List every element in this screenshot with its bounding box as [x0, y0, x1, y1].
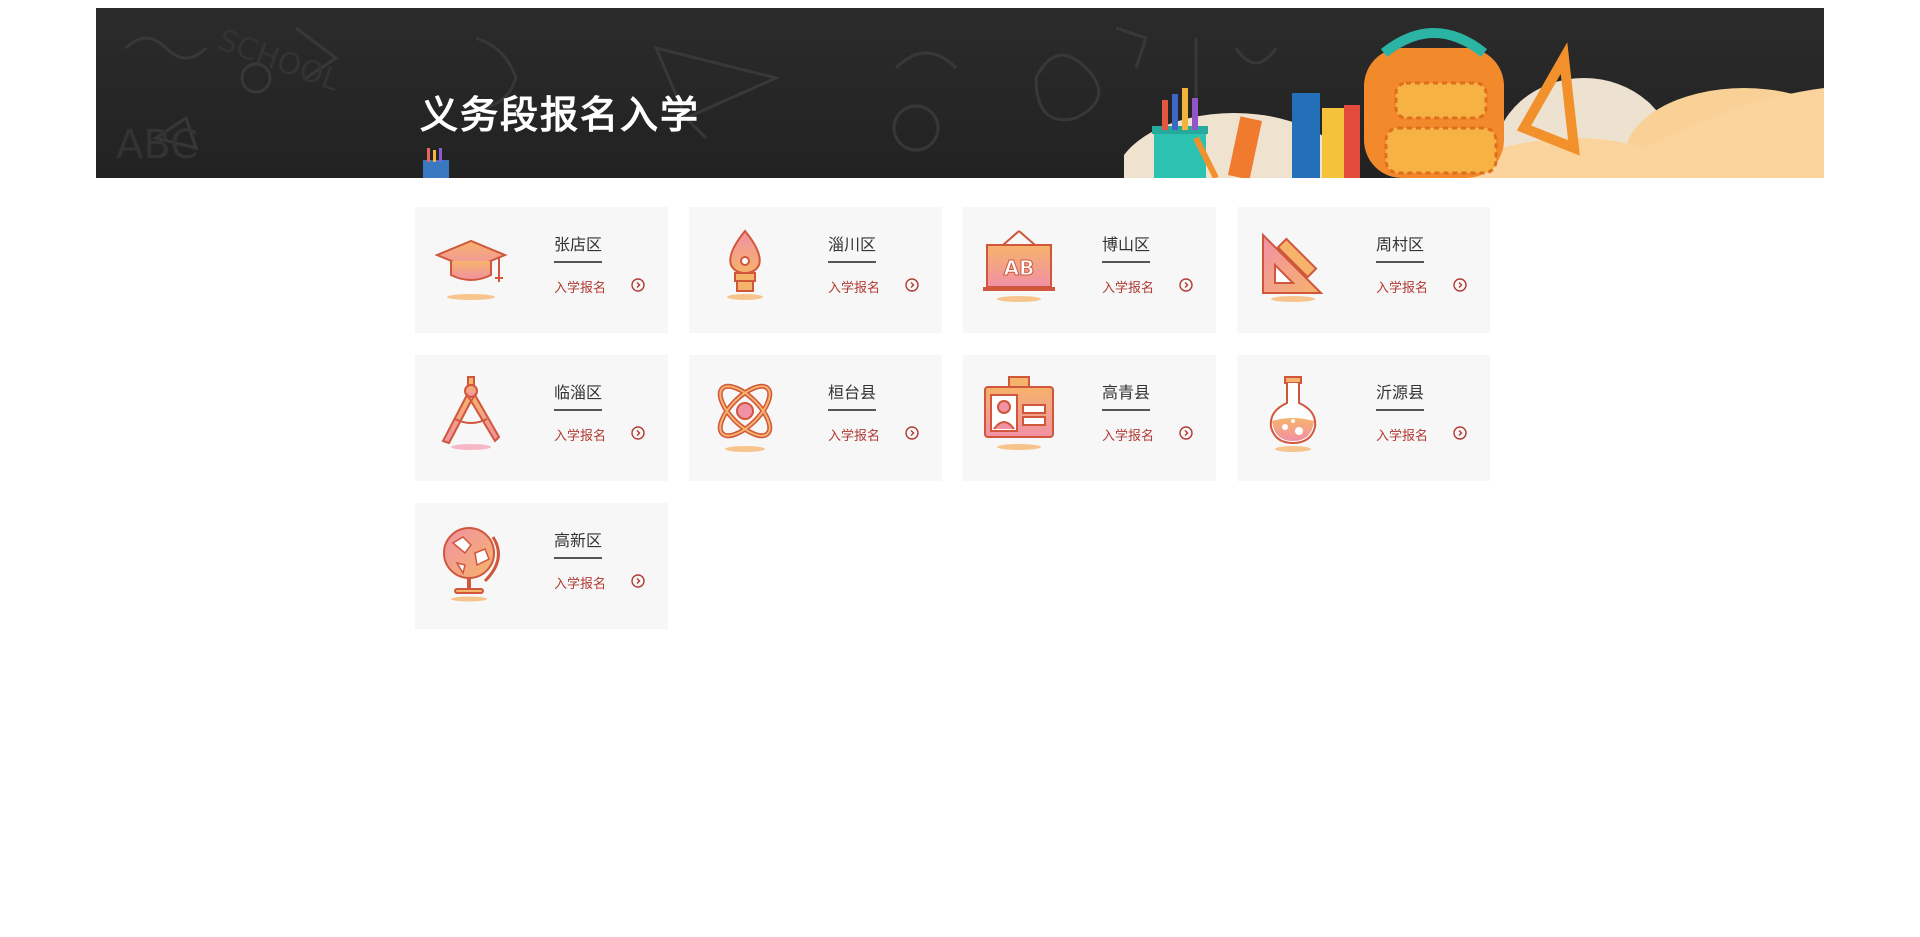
arrow-right-circle-icon[interactable] — [1453, 278, 1467, 292]
district-name: 高新区 — [554, 527, 603, 559]
enroll-link[interactable]: 入学报名 — [1102, 425, 1154, 444]
district-card-gaoqing[interactable]: 高青县 入学报名 — [963, 355, 1216, 481]
district-card-huantai[interactable]: 桓台县 入学报名 — [689, 355, 942, 481]
district-card-boshan[interactable]: AB 博山区 入学报名 — [963, 207, 1216, 333]
arrow-right-circle-icon[interactable] — [631, 426, 645, 440]
district-name: 临淄区 — [554, 379, 603, 411]
district-card-zhoucun[interactable]: 周村区 入学报名 — [1237, 207, 1490, 333]
district-name: 桓台县 — [828, 379, 877, 411]
district-card-linzi[interactable]: 临淄区 入学报名 — [415, 355, 668, 481]
enroll-link[interactable]: 入学报名 — [828, 425, 880, 444]
arrow-right-circle-icon[interactable] — [1179, 278, 1193, 292]
graduation-cap-icon — [434, 239, 508, 300]
globe-icon — [443, 527, 500, 602]
pen-nib-icon — [727, 229, 763, 300]
arrow-right-circle-icon[interactable] — [905, 426, 919, 440]
district-name: 高青县 — [1102, 379, 1151, 411]
district-card-zichuan[interactable]: 淄川区 入学报名 — [689, 207, 942, 333]
svg-text:SCHOOL: SCHOOL — [213, 23, 344, 99]
district-grid: 张店区 入学报名 淄川区 入学报名 AB 博山区 入学报名 周村区 入学报名 临… — [415, 207, 1490, 629]
district-card-yiyuan[interactable]: 沂源县 入学报名 — [1237, 355, 1490, 481]
arrow-right-circle-icon[interactable] — [1179, 426, 1193, 440]
drawing-compass-icon — [441, 376, 501, 450]
district-card-gaoxin[interactable]: 高新区 入学报名 — [415, 503, 668, 629]
flask-icon — [1269, 376, 1317, 452]
district-name: 淄川区 — [828, 231, 877, 263]
enroll-link[interactable]: 入学报名 — [1376, 277, 1428, 296]
enroll-link[interactable]: 入学报名 — [1376, 425, 1428, 444]
arrow-right-circle-icon[interactable] — [905, 278, 919, 292]
enroll-link[interactable]: 入学报名 — [554, 277, 606, 296]
id-card-icon — [984, 376, 1054, 450]
atom-icon — [717, 383, 773, 452]
enroll-link[interactable]: 入学报名 — [554, 425, 606, 444]
arrow-right-circle-icon[interactable] — [631, 574, 645, 588]
enroll-link[interactable]: 入学报名 — [828, 277, 880, 296]
district-name: 周村区 — [1376, 231, 1425, 263]
svg-text:AB: AB — [1004, 256, 1035, 280]
svg-text:ABC: ABC — [116, 122, 198, 168]
district-card-zhangdian[interactable]: 张店区 入学报名 — [415, 207, 668, 333]
page-title: 义务段报名入学 — [420, 93, 701, 137]
district-name: 沂源县 — [1376, 379, 1425, 411]
arrow-right-circle-icon[interactable] — [631, 278, 645, 292]
header-banner: ABC SCHOOL 义务段报名入学 — [96, 8, 1824, 178]
enroll-link[interactable]: 入学报名 — [554, 573, 606, 592]
arrow-right-circle-icon[interactable] — [1453, 426, 1467, 440]
pencil-cup-icon — [423, 148, 449, 178]
enroll-link[interactable]: 入学报名 — [1102, 277, 1154, 296]
district-name: 张店区 — [554, 231, 603, 263]
set-square-ruler-icon — [1262, 232, 1324, 302]
ab-blackboard-icon: AB — [983, 230, 1055, 302]
district-name: 博山区 — [1102, 231, 1151, 263]
school-supplies-illustration — [1124, 28, 1824, 178]
